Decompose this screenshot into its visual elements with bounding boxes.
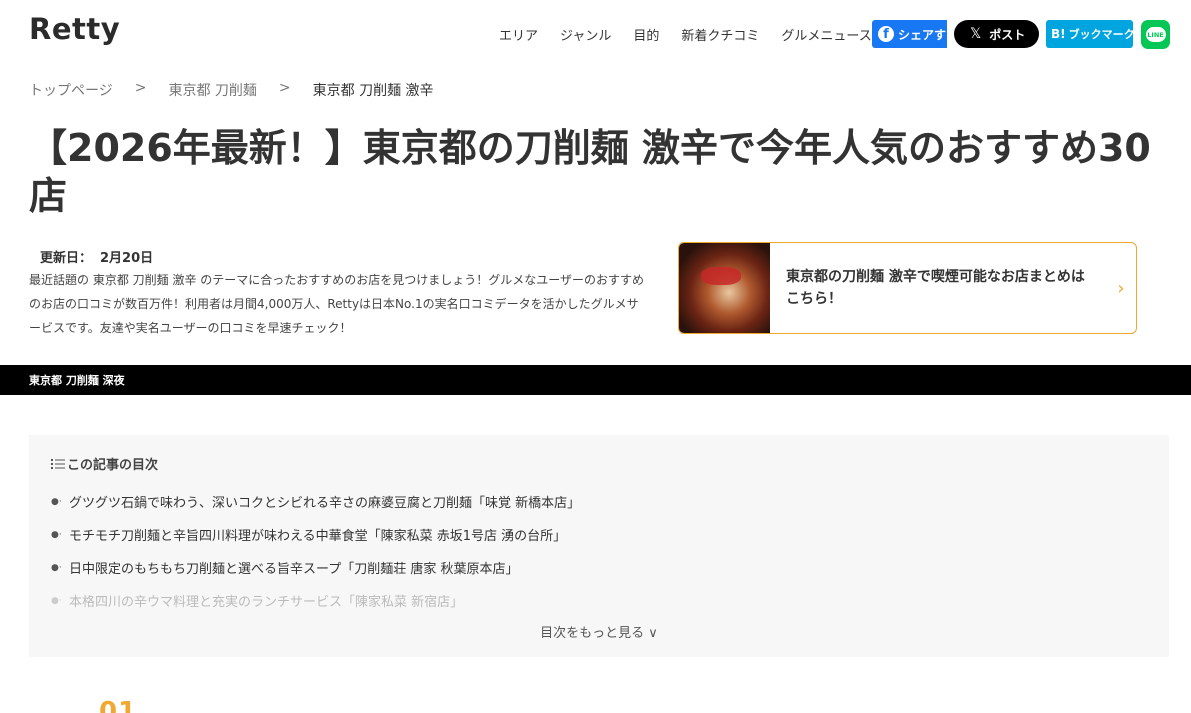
bullet-icon: ●·: [51, 496, 62, 507]
toc-item[interactable]: ●· 日中限定のもちもち刀削麺と選べる旨辛スープ「刀削麺荘 唐家 秋葉原本店」: [51, 551, 1151, 584]
toc-show-more-button[interactable]: 目次をもっと見る ∨: [29, 622, 1169, 641]
toc-item-label: モチモチ刀削麺と辛旨四川料理が味わえる中華食堂「陳家私菜 赤坂1号店 湧の台所」: [69, 529, 567, 544]
toc-item-label: グツグツ石鍋で味わう、深いコクとシビれる辛さの麻婆豆腐と刀削麺「味覚 新橋本店」: [69, 496, 581, 511]
x-post-button[interactable]: 𝕏 ポスト: [954, 20, 1039, 48]
x-icon: 𝕏: [970, 26, 982, 42]
toc-list: ●· グツグツ石鍋で味わう、深いコクとシビれる辛さの麻婆豆腐と刀削麺「味覚 新橋本…: [51, 485, 1151, 617]
smoking-allowed-promo-card[interactable]: 東京都の刀削麺 激辛で喫煙可能なお店まとめはこちら！ ›: [678, 242, 1137, 334]
facebook-icon: f: [878, 26, 894, 42]
nav-gourmet-news[interactable]: グルメニュース: [781, 25, 871, 44]
toc-heading-label: この記事の目次: [67, 458, 159, 473]
hatena-icon: B!: [1051, 27, 1066, 41]
breadcrumb-separator: >: [134, 80, 147, 96]
intro-text: 最近話題の 東京都 刀削麺 激辛 のテーマに合ったおすすめのお店を見つけましょう…: [29, 273, 645, 335]
promo-text: 東京都の刀削麺 激辛で喫煙可能なお店まとめはこちら！: [786, 269, 1085, 307]
updated-date: 更新日： 2月20日: [40, 247, 153, 266]
line-share-button[interactable]: LINE: [1141, 20, 1170, 49]
toc-item-label: 日中限定のもちもち刀削麺と選べる旨辛スープ「刀削麺荘 唐家 秋葉原本店」: [69, 562, 519, 577]
toc-item[interactable]: ●· 本格四川の辛ウマ料理と充実のランチサービス「陳家私菜 新宿店」: [51, 584, 1151, 617]
toc-item[interactable]: ●· モチモチ刀削麺と辛旨四川料理が味わえる中華食堂「陳家私菜 赤坂1号店 湧の台…: [51, 518, 1151, 551]
toc-item[interactable]: ●· グツグツ石鍋で味わう、深いコクとシビれる辛さの麻婆豆腐と刀削麺「味覚 新橋本…: [51, 485, 1151, 518]
list-icon: [51, 458, 65, 469]
breadcrumb-current: 東京都 刀削麺 激辛: [312, 83, 434, 99]
nav-purpose[interactable]: 目的: [633, 25, 659, 44]
updated-label: 更新日：: [40, 251, 93, 266]
related-tag-bar: 東京都 刀削麺 深夜: [0, 365, 1191, 395]
updated-value: 2月20日: [100, 251, 154, 266]
retty-logo[interactable]: Retty: [29, 12, 120, 46]
line-label: LINE: [1147, 30, 1164, 39]
facebook-share-button[interactable]: f シェアす: [872, 20, 947, 48]
bullet-icon: ●·: [51, 562, 62, 573]
nav-area[interactable]: エリア: [499, 25, 538, 44]
x-post-label: ポスト: [989, 27, 1026, 42]
page-title: 【2026年最新！】東京都の刀削麺 激辛で今年人気のおすすめ30店: [29, 126, 1151, 218]
facebook-share-label: シェアす: [898, 27, 947, 42]
mapo-tofu-thumbnail: [679, 243, 770, 333]
breadcrumb-tokyo-toshomen[interactable]: 東京都 刀削麺: [168, 80, 256, 100]
section-number: 01: [99, 697, 138, 713]
related-tag[interactable]: 東京都 刀削麺 深夜: [29, 372, 125, 388]
breadcrumb-separator: >: [278, 80, 291, 96]
toc-heading: この記事の目次: [51, 454, 158, 473]
hatena-bookmark-label: ブックマーク: [1068, 28, 1135, 41]
breadcrumb: トップページ > 東京都 刀削麺 > 東京都 刀削麺 激辛: [29, 80, 434, 100]
nav-new-reviews[interactable]: 新着クチコミ: [681, 25, 759, 44]
breadcrumb-top[interactable]: トップページ: [29, 80, 113, 100]
table-of-contents: この記事の目次 ●· グツグツ石鍋で味わう、深いコクとシビれる辛さの麻婆豆腐と刀削…: [29, 435, 1169, 657]
global-nav: エリア ジャンル 目的 新着クチコミ グルメニュース: [499, 25, 872, 44]
bullet-icon: ●·: [51, 595, 62, 606]
nav-genre[interactable]: ジャンル: [560, 25, 611, 44]
bullet-icon: ●·: [51, 529, 62, 540]
hatena-bookmark-button[interactable]: B! ブックマーク: [1046, 20, 1135, 48]
toc-item-label: 本格四川の辛ウマ料理と充実のランチサービス「陳家私菜 新宿店」: [69, 595, 464, 610]
line-icon: LINE: [1145, 27, 1166, 42]
chevron-right-icon: ›: [1117, 277, 1125, 299]
